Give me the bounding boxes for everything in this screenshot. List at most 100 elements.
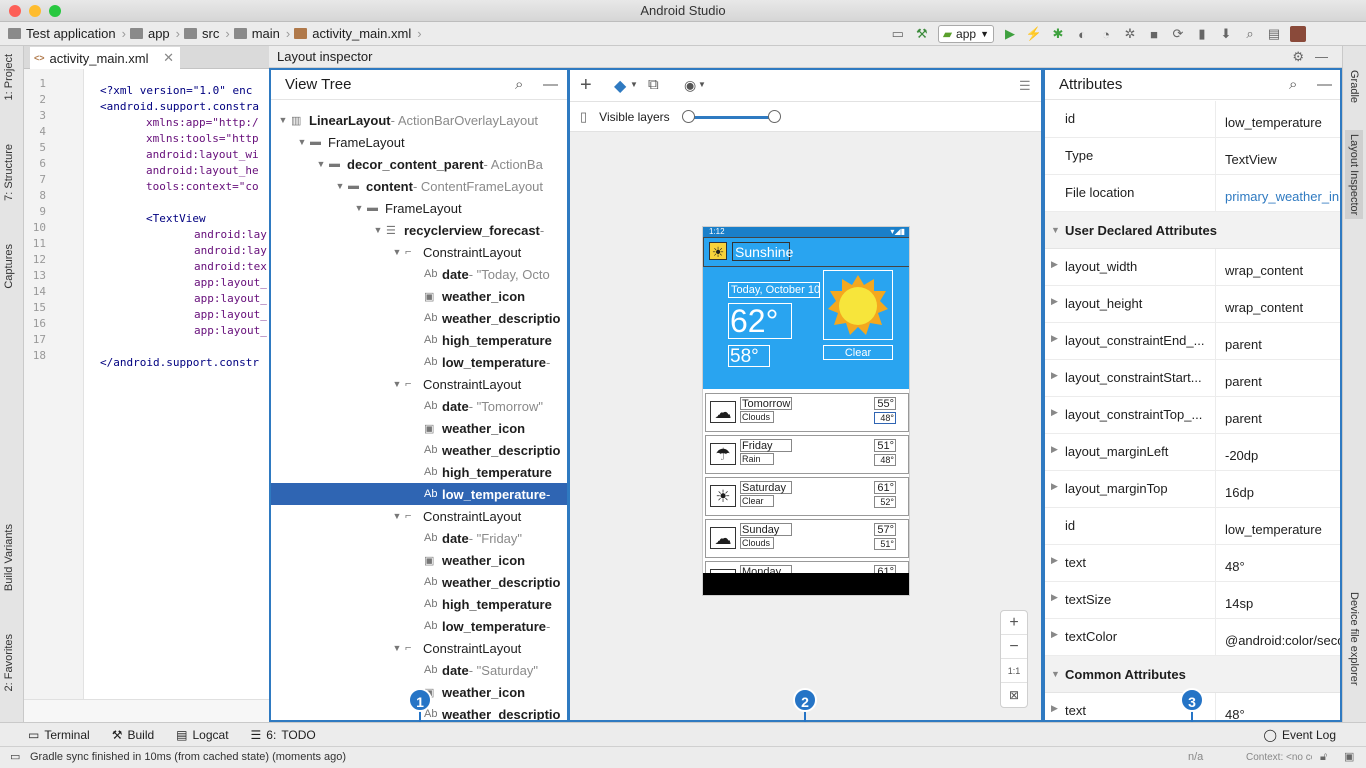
tree-node[interactable]: Ab low_temperature - [271, 351, 567, 373]
device-screenshot[interactable]: 1:12 ▾◢▮ ☀ Sunshine Today, October 10 62… [702, 226, 910, 596]
layers-icon[interactable]: ◆ [614, 76, 626, 96]
tree-node[interactable]: ▼ ▬ FrameLayout [271, 197, 567, 219]
expand-arrow-icon[interactable]: ▼ [277, 115, 289, 125]
eye-icon[interactable]: ◉ [684, 77, 696, 94]
inspect-icon[interactable]: ▣ [1344, 747, 1354, 768]
attribute-row[interactable]: ▶ layout_constraintTop_... parent [1045, 397, 1340, 434]
expand-arrow-icon[interactable]: ▶ [1051, 333, 1058, 344]
collapse-arrow-icon[interactable]: ▼ [1051, 656, 1060, 693]
tree-node[interactable]: ▼ ⌐ ConstraintLayout [271, 241, 567, 263]
zoom-in-button[interactable]: + [1001, 611, 1027, 635]
expand-arrow-icon[interactable]: ▶ [1051, 444, 1058, 455]
tree-node[interactable]: ▼ ⌐ ConstraintLayout [271, 505, 567, 527]
attribute-row[interactable]: ▶ layout_height wrap_content [1045, 286, 1340, 323]
maximize-window-button[interactable] [49, 5, 61, 17]
event-log-button[interactable]: ◯ Event Log [1264, 728, 1336, 742]
tool-tab-logcat[interactable]: ▤ Logcat [176, 728, 228, 742]
tree-node[interactable]: Ab high_temperature [271, 329, 567, 351]
zoom-actual-size-button[interactable]: 1:1 [1001, 659, 1027, 683]
tree-node[interactable]: Ab date - "Tomorrow" [271, 395, 567, 417]
sync-gradle-icon[interactable]: ⟳ [1170, 26, 1186, 42]
breadcrumb-file[interactable]: activity_main.xml › [294, 26, 422, 41]
tree-node[interactable]: Ab date - "Today, Octo [271, 263, 567, 285]
tool-tab-build-variants[interactable]: Build Variants [3, 524, 15, 591]
close-window-button[interactable] [9, 5, 21, 17]
tree-node[interactable]: ▼ ⌐ ConstraintLayout [271, 373, 567, 395]
tree-node[interactable]: Ab low_temperature - [271, 615, 567, 637]
expand-arrow-icon[interactable]: ▼ [391, 511, 403, 521]
attribute-value[interactable]: primary_weather_in [1215, 175, 1340, 212]
expand-arrow-icon[interactable]: ▼ [334, 181, 346, 191]
collapse-arrow-icon[interactable]: ▼ [1051, 212, 1060, 249]
tool-tab-captures[interactable]: Captures [3, 244, 15, 289]
tree-node[interactable]: Ab weather_descriptio [271, 439, 567, 461]
attribute-row[interactable]: ▶ layout_marginTop 16dp [1045, 471, 1340, 508]
run-icon[interactable]: ▶ [1002, 26, 1018, 42]
minimize-window-button[interactable] [29, 5, 41, 17]
sdk-manager-icon[interactable]: ⬇ [1218, 26, 1234, 42]
expand-arrow-icon[interactable]: ▶ [1051, 703, 1058, 714]
debug-icon[interactable]: ✱ [1050, 26, 1066, 42]
expand-arrow-icon[interactable]: ▶ [1051, 259, 1058, 270]
sidebar-toggle-icon[interactable]: ▯ [580, 109, 587, 125]
expand-arrow-icon[interactable]: ▼ [353, 203, 365, 213]
gear-icon[interactable]: ⚙ [1292, 46, 1304, 68]
chevron-down-icon[interactable]: ▼ [698, 80, 706, 89]
tool-tab-device-file-explorer[interactable]: Device file explorer [1348, 592, 1360, 686]
tree-node[interactable]: ▼ ▬ content - ContentFrameLayout [271, 175, 567, 197]
search-icon[interactable]: ⌕ [1289, 76, 1297, 93]
attribute-row[interactable]: id low_temperature [1045, 101, 1340, 138]
add-icon[interactable]: + [580, 74, 592, 97]
tree-node[interactable]: ▣ weather_icon [271, 417, 567, 439]
tool-tab-favorites[interactable]: 2: Favorites [3, 634, 15, 691]
slider-handle-max[interactable] [767, 109, 781, 123]
lock-icon[interactable]: 🔓︎ [1320, 747, 1327, 768]
tree-node[interactable]: Ab high_temperature [271, 461, 567, 483]
attribute-section-header[interactable]: ▼ User Declared Attributes [1045, 212, 1340, 249]
zoom-out-button[interactable]: − [1001, 635, 1027, 659]
minimize-icon[interactable]: — [1315, 46, 1328, 68]
editor-tab-activity-main[interactable]: <> activity_main.xml ✕ [30, 47, 180, 69]
breadcrumb-app[interactable]: app › [129, 26, 180, 41]
tool-tab-terminal[interactable]: ▭ Terminal [28, 728, 90, 742]
attribute-row[interactable]: ▶ textColor @android:color/seco [1045, 619, 1340, 656]
expand-arrow-icon[interactable]: ▶ [1051, 629, 1058, 640]
attribute-row[interactable]: ▶ layout_constraintEnd_... parent [1045, 323, 1340, 360]
close-tab-icon[interactable]: ✕ [163, 50, 174, 66]
attribute-row[interactable]: ▶ layout_constraintStart... parent [1045, 360, 1340, 397]
attribute-row[interactable]: Type TextView [1045, 138, 1340, 175]
expand-arrow-icon[interactable]: ▶ [1051, 296, 1058, 307]
stop-icon[interactable]: ■ [1146, 26, 1162, 42]
tree-node[interactable]: ▼ ▬ FrameLayout [271, 131, 567, 153]
expand-arrow-icon[interactable]: ▼ [391, 643, 403, 653]
slider-handle-min[interactable] [681, 109, 695, 123]
profile-icon[interactable]: ◔ [1098, 26, 1114, 42]
coverage-icon[interactable]: ◐ [1074, 26, 1090, 42]
tree-node[interactable]: ▣ weather_icon [271, 285, 567, 307]
tree-node[interactable]: Ab low_temperature - [271, 483, 567, 505]
attach-debugger-icon[interactable]: ✲ [1122, 26, 1138, 42]
tree-node[interactable]: Ab date - "Saturday" [271, 659, 567, 681]
tree-node[interactable]: Ab weather_descriptio [271, 307, 567, 329]
tree-node[interactable]: Ab date - "Friday" [271, 527, 567, 549]
tree-node[interactable]: Ab high_temperature [271, 593, 567, 615]
expand-arrow-icon[interactable]: ▼ [315, 159, 327, 169]
snapshot-icon[interactable]: ⧉ [648, 76, 659, 93]
tree-node[interactable]: ▼ ▬ decor_content_parent - ActionBa [271, 153, 567, 175]
expand-arrow-icon[interactable]: ▼ [391, 247, 403, 257]
tree-node[interactable]: ▼ ▥ LinearLayout - ActionBarOverlayLayout [271, 109, 567, 131]
expand-arrow-icon[interactable]: ▼ [372, 225, 384, 235]
details-icon[interactable]: ☰ [1019, 78, 1031, 94]
apply-changes-icon[interactable]: ⚡ [1026, 26, 1042, 42]
expand-arrow-icon[interactable]: ▼ [391, 379, 403, 389]
tree-node[interactable]: ▣ weather_icon [271, 549, 567, 571]
expand-arrow-icon[interactable]: ▶ [1051, 407, 1058, 418]
attribute-row[interactable]: ▶ text 48° [1045, 545, 1340, 582]
tool-tab-build[interactable]: ⚒ Build [112, 728, 154, 742]
tool-windows-icon[interactable]: ▭ [10, 747, 20, 768]
tree-node[interactable]: ▼ ⌐ ConstraintLayout [271, 637, 567, 659]
tree-node[interactable]: Ab weather_descriptio [271, 571, 567, 593]
breadcrumb-project[interactable]: Test application › [8, 26, 126, 41]
zoom-fit-button[interactable]: ⊠ [1001, 683, 1027, 707]
breadcrumb-src[interactable]: src › [184, 26, 230, 41]
